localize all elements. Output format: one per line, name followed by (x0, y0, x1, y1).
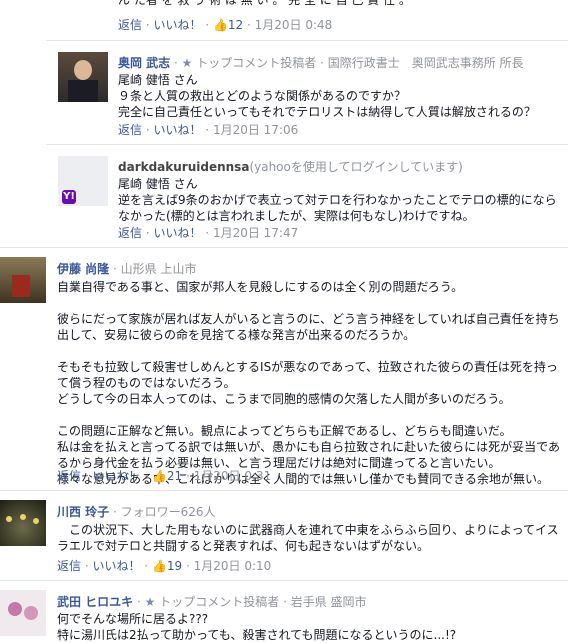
like-link[interactable]: いいね！ (153, 123, 201, 137)
commenter-name[interactable]: 川西 玲子 (57, 505, 109, 519)
timestamp[interactable]: 1月20日 0:48 (255, 18, 333, 32)
comment-actions: 返信 · いいね！ · 👍12 · 1月20日 0:48 (118, 18, 333, 32)
comment-body: 自業自得である事と、国家が邦人を見殺しにするのは全く別の問題だろう。 彼らにだっ… (57, 280, 561, 486)
commenter-meta: 山形県 上山市 (120, 262, 197, 276)
comment-actions: 返信 · いいね！ · 1月20日 17:06 (118, 123, 299, 137)
avatar[interactable] (0, 500, 46, 546)
like-link[interactable]: いいね！ (92, 559, 140, 573)
commenter-meta: (yahooを使用してログインしています) (249, 160, 463, 174)
badge: トップコメント投稿者 (196, 56, 317, 70)
avatar[interactable] (0, 257, 46, 303)
comment-body: 何でそんな場所に居るよ??? 特に湯川氏は2払って助かっても、殺害されても問題に… (57, 612, 457, 642)
avatar[interactable] (58, 52, 108, 102)
comment-actions: 返信 · いいね！ · 👍21 · 1月20日 0:31 (57, 469, 272, 483)
comment-header: darkdakuruidennsa(yahooを使用してログインしています) (118, 158, 463, 175)
timestamp[interactable]: 1月20日 0:10 (194, 559, 272, 573)
timestamp[interactable]: 1月20日 17:06 (213, 123, 298, 137)
comment-body: 尾崎 健悟 さん 逆を言えば9条のおかげで表立って対テロを行わなかったことでテロ… (118, 177, 557, 223)
commenter-name[interactable]: 伊藤 尚隆 (57, 262, 109, 276)
comment-header: 武田 ヒロユキ · ★ トップコメント投稿者 · 岩手県 盛岡市 (57, 595, 367, 609)
commenter-name[interactable]: 武田 ヒロユキ (57, 595, 133, 609)
comment-body: 尾崎 健悟 さん ９条と人質の救出とどのような関係があるのですか？ 完全に自己責… (118, 73, 536, 119)
star-icon: ★ (144, 595, 156, 609)
reply-link[interactable]: 返信 (57, 469, 81, 483)
comment-header: 川西 玲子 · フォロワー626人 (57, 505, 216, 519)
thumbs-up-icon: 👍 (212, 18, 228, 32)
comment-header: 伊藤 尚隆 · 山形県 上山市 (57, 262, 197, 276)
like-link[interactable]: いいね！ (153, 226, 201, 240)
star-icon: ★ (181, 56, 193, 70)
avatar[interactable] (0, 590, 46, 636)
like-link[interactable]: いいね！ (92, 469, 140, 483)
comment-header: 奥岡 武志 · ★ トップコメント投稿者 · 国際行政書士 奥岡武志事務所 所長 (118, 56, 524, 70)
yahoo-icon: Y! (62, 190, 76, 204)
reply-link[interactable]: 返信 (57, 559, 81, 573)
thumbs-up-icon: 👍 (151, 559, 167, 573)
reply-link[interactable]: 返信 (118, 123, 142, 137)
commenter-meta: 岩手県 盛岡市 (290, 595, 367, 609)
comment-body: この状況下、大した用もないのに武器商人を連れて中東をふらふら回り、よりによってイ… (57, 523, 559, 553)
like-count: 👍12 (212, 18, 244, 32)
commenter-meta: 国際行政書士 奥岡武志事務所 所長 (327, 56, 524, 70)
like-link[interactable]: いいね！ (153, 18, 201, 32)
timestamp[interactable]: 1月20日 17:47 (213, 226, 298, 240)
commenter-name[interactable]: 奥岡 武志 (118, 56, 170, 70)
like-count: 👍19 (151, 559, 183, 573)
thumbs-up-icon: 👍 (151, 469, 167, 483)
reply-link[interactable]: 返信 (118, 226, 142, 240)
reply-link[interactable]: 返信 (118, 18, 142, 32)
commenter-meta: フォロワー626人 (120, 505, 216, 519)
avatar[interactable]: Y! (58, 156, 108, 206)
comment-text-tail: ん た者 を 救 う 術 は 無 い 。 完 全 に 自 己 責 任 。 (118, 0, 411, 7)
like-count: 👍21 (151, 469, 183, 483)
comment-actions: 返信 · いいね！ · 👍19 · 1月20日 0:10 (57, 559, 272, 573)
badge: トップコメント投稿者 (159, 595, 280, 609)
commenter-name[interactable]: darkdakuruidennsa (118, 160, 249, 174)
timestamp[interactable]: 1月20日 0:31 (194, 469, 272, 483)
comment-actions: 返信 · いいね！ · 1月20日 17:47 (118, 226, 299, 240)
